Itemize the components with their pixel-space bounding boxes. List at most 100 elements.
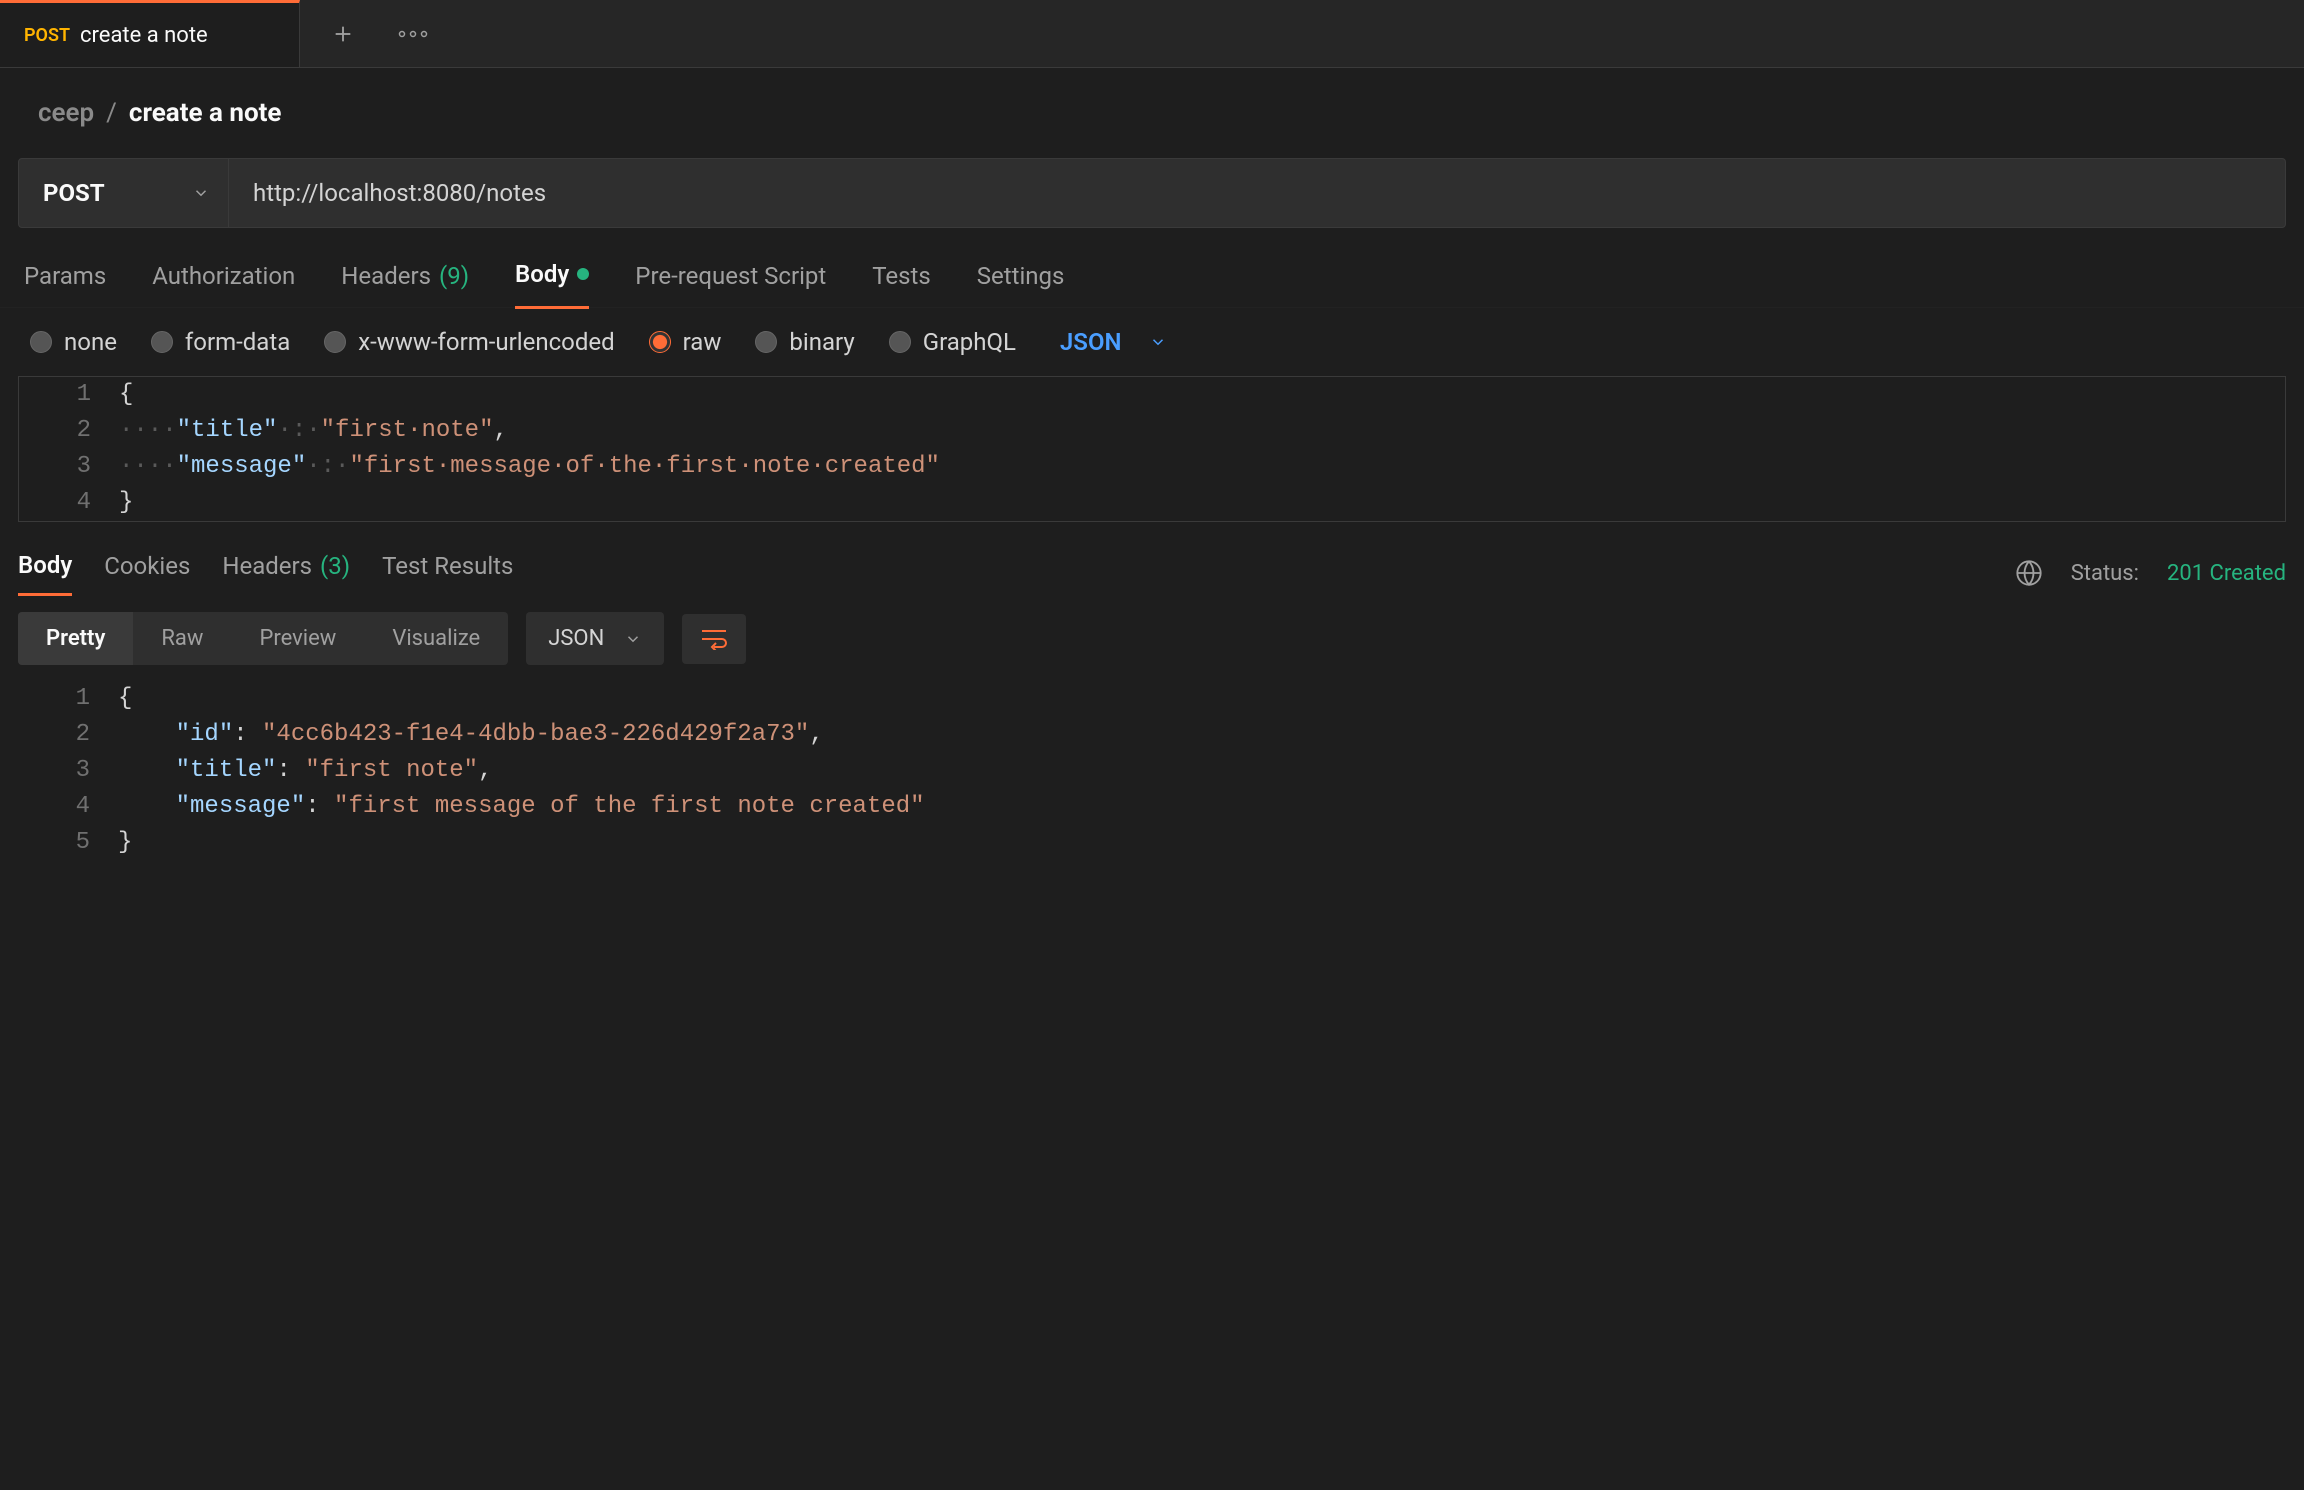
tab-body[interactable]: Body [515, 260, 589, 309]
gutter: 5 [18, 825, 118, 861]
globe-icon[interactable] [2015, 559, 2043, 587]
code-text: { [118, 681, 132, 717]
gutter: 4 [19, 485, 119, 521]
response-tab-cookies[interactable]: Cookies [104, 552, 190, 594]
code-text: } [118, 825, 132, 861]
breadcrumb-folder[interactable]: ceep [38, 98, 94, 128]
url-bar: POST http://localhost:8080/notes [18, 158, 2286, 228]
chevron-down-icon [192, 184, 210, 202]
tab-more-button[interactable] [398, 19, 428, 49]
view-pretty-button[interactable]: Pretty [18, 612, 133, 665]
response-body-editor[interactable]: 1 { 2 "id": "4cc6b423-f1e4-4dbb-bae3-226… [18, 681, 2286, 861]
response-tabs-left: Body Cookies Headers (3) Test Results [18, 551, 513, 596]
gutter: 1 [19, 377, 119, 413]
response-tab-headers-count: (3) [320, 552, 350, 580]
code-line: 3 ····"message"·:·"first·message·of·the·… [19, 449, 2285, 485]
view-mode-row: Pretty Raw Preview Visualize JSON [0, 596, 2304, 681]
response-tab-headers-label: Headers [222, 552, 312, 580]
radio-icon [30, 331, 52, 353]
view-group: Pretty Raw Preview Visualize [18, 612, 508, 665]
code-line: 2 ····"title"·:·"first·note", [19, 413, 2285, 449]
breadcrumb-name: create a note [129, 98, 282, 128]
tab-headers-label: Headers [341, 262, 431, 290]
code-text: ····"message"·:·"first·message·of·the·fi… [119, 449, 940, 485]
request-tabs: Params Authorization Headers (9) Body Pr… [0, 252, 2304, 308]
body-type-none-label: none [64, 328, 117, 356]
tab-prerequest[interactable]: Pre-request Script [635, 262, 826, 308]
tab-label: create a note [80, 23, 208, 48]
tab-body-label: Body [515, 260, 569, 288]
code-text: ····"title"·:·"first·note", [119, 413, 508, 449]
tab-method: POST [24, 25, 70, 46]
breadcrumb: ceep / create a note [0, 68, 2304, 158]
response-format-label: JSON [548, 626, 604, 651]
code-line: 1 { [18, 681, 2286, 717]
breadcrumb-separator: / [106, 98, 117, 128]
gutter: 3 [18, 753, 118, 789]
response-tab-test-results[interactable]: Test Results [382, 552, 513, 594]
more-horizontal-icon [398, 30, 428, 38]
code-text: "title": "first note", [118, 753, 492, 789]
wrap-icon [700, 628, 728, 650]
tab-authorization[interactable]: Authorization [152, 262, 295, 308]
radio-icon [324, 331, 346, 353]
wrap-lines-button[interactable] [682, 614, 746, 664]
gutter: 4 [18, 789, 118, 825]
code-text: "message": "first message of the first n… [118, 789, 925, 825]
code-line: 4 "message": "first message of the first… [18, 789, 2286, 825]
method-label: POST [43, 179, 105, 207]
new-tab-button[interactable] [328, 19, 358, 49]
tab-headers-count: (9) [439, 262, 469, 290]
code-line: 5 } [18, 825, 2286, 861]
url-input[interactable]: http://localhost:8080/notes [229, 159, 2285, 227]
radio-icon [889, 331, 911, 353]
tab-params[interactable]: Params [24, 262, 106, 308]
request-body-editor[interactable]: 1 { 2 ····"title"·:·"first·note", 3 ····… [18, 376, 2286, 522]
tab-settings[interactable]: Settings [977, 262, 1065, 308]
method-select[interactable]: POST [19, 159, 229, 227]
response-tabs: Body Cookies Headers (3) Test Results St… [0, 522, 2304, 596]
body-type-graphql[interactable]: GraphQL [889, 328, 1016, 356]
response-tab-headers[interactable]: Headers (3) [222, 552, 350, 594]
body-type-raw[interactable]: raw [649, 328, 722, 356]
tab-body-indicator-icon [577, 268, 589, 280]
response-format-select[interactable]: JSON [526, 612, 664, 665]
gutter: 3 [19, 449, 119, 485]
view-raw-button[interactable]: Raw [133, 612, 231, 665]
body-type-urlencoded[interactable]: x-www-form-urlencoded [324, 328, 614, 356]
plus-icon [332, 23, 354, 45]
code-line: 4 } [19, 485, 2285, 521]
code-text: { [119, 377, 133, 413]
body-type-formdata[interactable]: form-data [151, 328, 290, 356]
body-format-select[interactable]: JSON [1060, 328, 1168, 356]
body-type-none[interactable]: none [30, 328, 117, 356]
code-text: "id": "4cc6b423-f1e4-4dbb-bae3-226d429f2… [118, 717, 824, 753]
tab-tests[interactable]: Tests [872, 262, 931, 308]
body-type-formdata-label: form-data [185, 328, 290, 356]
response-tab-body[interactable]: Body [18, 551, 72, 596]
view-visualize-button[interactable]: Visualize [364, 612, 508, 665]
body-format-label: JSON [1060, 328, 1122, 356]
gutter: 2 [18, 717, 118, 753]
status-value: 201 Created [2167, 561, 2286, 586]
radio-icon [151, 331, 173, 353]
chevron-down-icon [624, 630, 642, 648]
code-line: 2 "id": "4cc6b423-f1e4-4dbb-bae3-226d429… [18, 717, 2286, 753]
status-label: Status: [2071, 561, 2139, 586]
body-type-graphql-label: GraphQL [923, 328, 1016, 356]
response-status-area: Status: 201 Created [2015, 559, 2286, 587]
tab-headers[interactable]: Headers (9) [341, 262, 469, 308]
body-type-binary[interactable]: binary [755, 328, 854, 356]
radio-selected-icon [649, 331, 671, 353]
body-type-raw-label: raw [683, 328, 722, 356]
tab-actions [300, 0, 428, 67]
code-line: 3 "title": "first note", [18, 753, 2286, 789]
gutter: 1 [18, 681, 118, 717]
gutter: 2 [19, 413, 119, 449]
code-text: } [119, 485, 133, 521]
body-type-row: none form-data x-www-form-urlencoded raw… [0, 308, 2304, 376]
radio-icon [755, 331, 777, 353]
tab-bar: POST create a note [0, 0, 2304, 68]
view-preview-button[interactable]: Preview [231, 612, 364, 665]
tab-active[interactable]: POST create a note [0, 0, 300, 67]
